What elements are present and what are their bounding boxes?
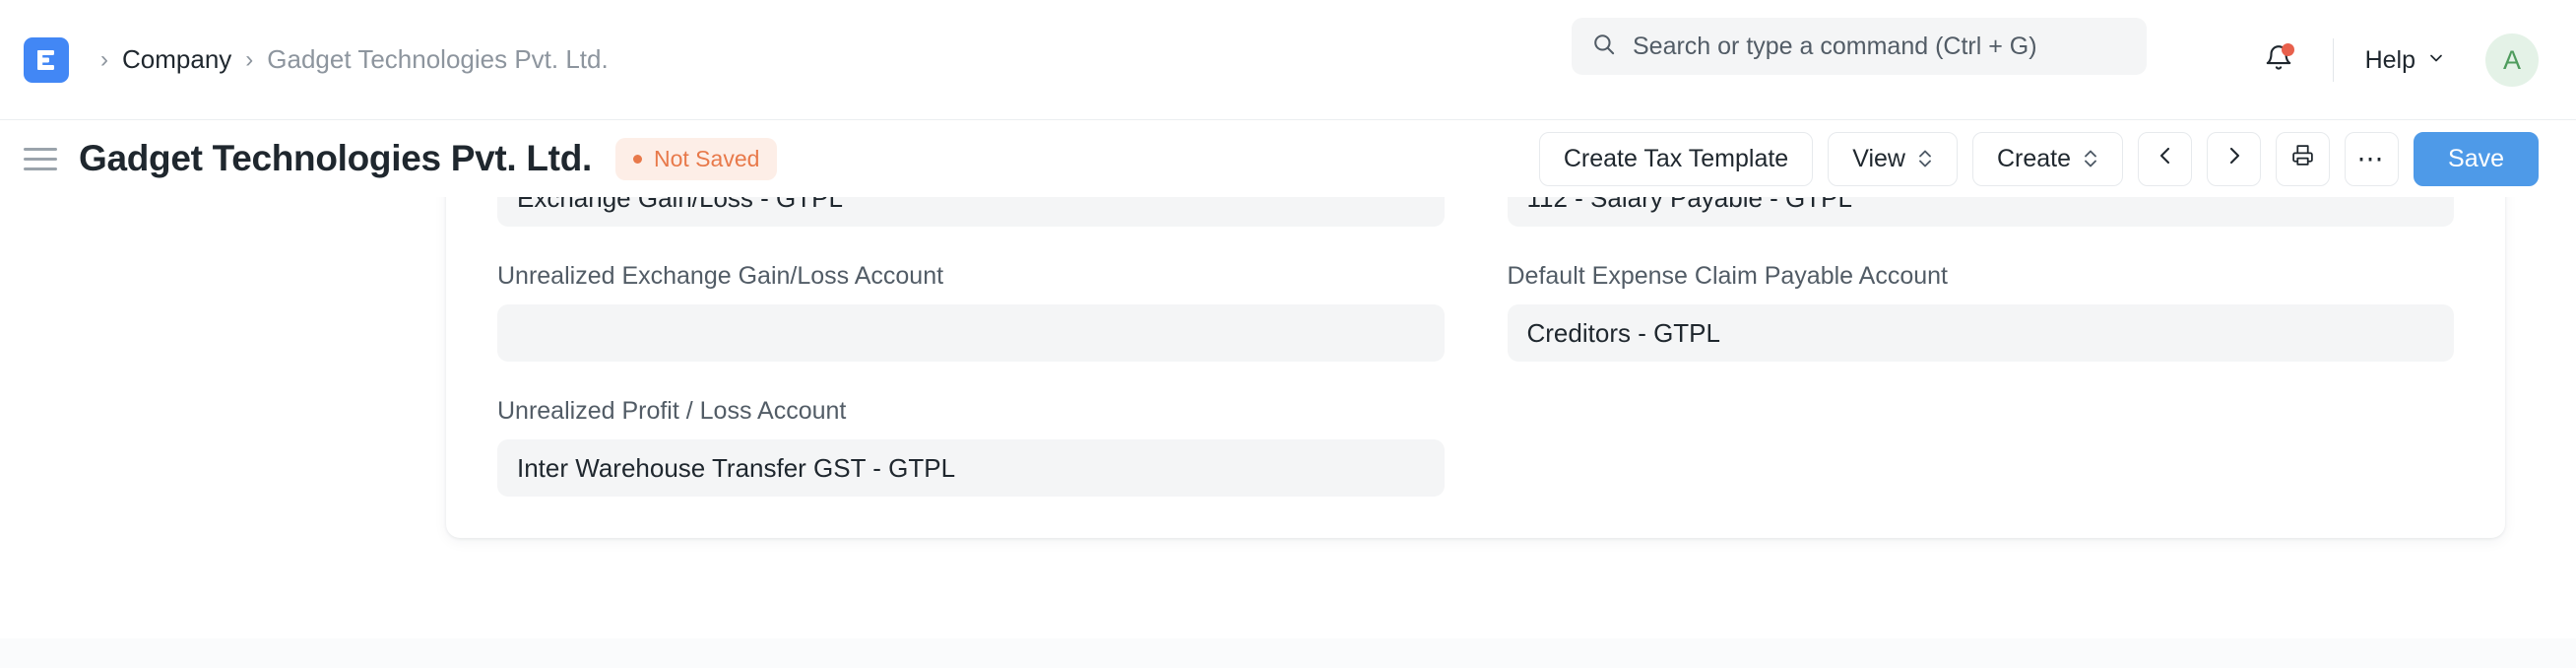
navbar-left-group: › Company › Gadget Technologies Pvt. Ltd… <box>24 36 609 83</box>
top-navbar: › Company › Gadget Technologies Pvt. Ltd… <box>0 0 2576 120</box>
main-content: Exchange Gain/Loss - GTPL 112 - Salary P… <box>0 197 2576 668</box>
notifications-button[interactable] <box>2250 32 2307 89</box>
create-label: Create <box>1996 144 2072 172</box>
page-header: Gadget Technologies Pvt. Ltd. Not Saved … <box>0 120 2576 197</box>
print-button[interactable] <box>2276 131 2331 186</box>
erpnext-logo-icon[interactable] <box>24 36 69 83</box>
page-background-bottom <box>0 638 2576 668</box>
create-tax-template-button[interactable]: Create Tax Template <box>1538 131 1814 186</box>
unrealized-exchange-gain-loss-account-label: Unrealized Exchange Gain/Loss Account <box>497 262 944 290</box>
default-expense-claim-payable-account-input[interactable]: Creditors - GTPL <box>1507 304 2454 362</box>
chevron-down-icon <box>2426 46 2446 75</box>
notification-badge-dot <box>2281 43 2294 56</box>
breadcrumb: › Company › Gadget Technologies Pvt. Ltd… <box>87 44 609 75</box>
unrealized-profit-loss-account-label: Unrealized Profit / Loss Account <box>497 397 847 425</box>
field-row-salary-payable-account: 112 - Salary Payable - GTPL <box>1507 197 2454 227</box>
help-label: Help <box>2364 45 2415 74</box>
chevron-left-icon <box>2154 144 2177 174</box>
page-title-group: Gadget Technologies Pvt. Ltd. Not Saved <box>79 137 778 180</box>
field-row-unrealized-exchange-gain-loss-account: Unrealized Exchange Gain/Loss Account <box>497 227 1445 362</box>
chevron-updown-icon <box>1917 148 1933 169</box>
page-actions-toolbar: Create Tax Template View Create ⋯ Save <box>1538 120 2539 197</box>
navbar-divider <box>2332 38 2334 82</box>
save-label: Save <box>2448 144 2504 172</box>
unrealized-exchange-gain-loss-account-input[interactable] <box>497 304 1445 362</box>
exchange-gain-loss-account-input[interactable]: Exchange Gain/Loss - GTPL <box>497 197 1445 227</box>
create-tax-template-label: Create Tax Template <box>1563 144 1789 172</box>
chevron-updown-icon <box>2083 148 2098 169</box>
unrealized-profit-loss-account-input[interactable]: Inter Warehouse Transfer GST - GTPL <box>497 439 1445 497</box>
user-avatar[interactable]: A <box>2485 33 2539 87</box>
hamburger-bar-2 <box>24 157 57 161</box>
breadcrumb-link-company[interactable]: Company <box>122 44 231 75</box>
default-expense-claim-payable-account-label: Default Expense Claim Payable Account <box>1507 262 1948 290</box>
status-badge-label: Not Saved <box>654 145 760 171</box>
page-title: Gadget Technologies Pvt. Ltd. <box>79 138 592 178</box>
create-dropdown-button[interactable]: Create <box>1971 131 2124 186</box>
chevron-right-icon <box>2222 144 2246 174</box>
hamburger-bar-3 <box>24 167 57 170</box>
save-button[interactable]: Save <box>2414 131 2539 186</box>
field-row-exchange-gain-loss-account: Exchange Gain/Loss - GTPL <box>497 197 1445 227</box>
hamburger-menu-icon[interactable] <box>24 144 57 173</box>
search-input[interactable] <box>1633 32 2127 61</box>
field-row-empty-right <box>1508 362 2455 497</box>
hamburger-bar-1 <box>24 147 57 151</box>
next-document-button[interactable] <box>2207 131 2262 186</box>
form-grid: Exchange Gain/Loss - GTPL 112 - Salary P… <box>497 197 2454 497</box>
breadcrumb-separator-2: › <box>245 45 254 73</box>
field-row-default-expense-claim-payable-account: Default Expense Claim Payable Account Cr… <box>1507 227 2454 362</box>
salary-payable-account-input[interactable]: 112 - Salary Payable - GTPL <box>1507 197 2454 227</box>
more-actions-button[interactable]: ⋯ <box>2345 131 2400 186</box>
help-menu-button[interactable]: Help <box>2359 38 2452 83</box>
field-row-unrealized-profit-loss-account: Unrealized Profit / Loss Account Inter W… <box>497 362 1445 497</box>
previous-document-button[interactable] <box>2138 131 2193 186</box>
search-icon <box>1591 32 1617 62</box>
status-dot-icon <box>633 154 642 164</box>
view-dropdown-button[interactable]: View <box>1828 131 1958 186</box>
breadcrumb-current: Gadget Technologies Pvt. Ltd. <box>267 44 609 74</box>
ellipsis-icon: ⋯ <box>2356 143 2387 173</box>
breadcrumb-separator-1: › <box>100 45 108 73</box>
printer-icon <box>2290 143 2315 174</box>
navbar-right-group: Help A <box>2250 0 2539 120</box>
view-label: View <box>1852 144 1905 172</box>
global-search-box[interactable] <box>1572 18 2147 75</box>
accounting-settings-form-card: Exchange Gain/Loss - GTPL 112 - Salary P… <box>446 197 2505 538</box>
navbar-center-group <box>1572 18 2147 75</box>
status-badge: Not Saved <box>615 137 778 180</box>
